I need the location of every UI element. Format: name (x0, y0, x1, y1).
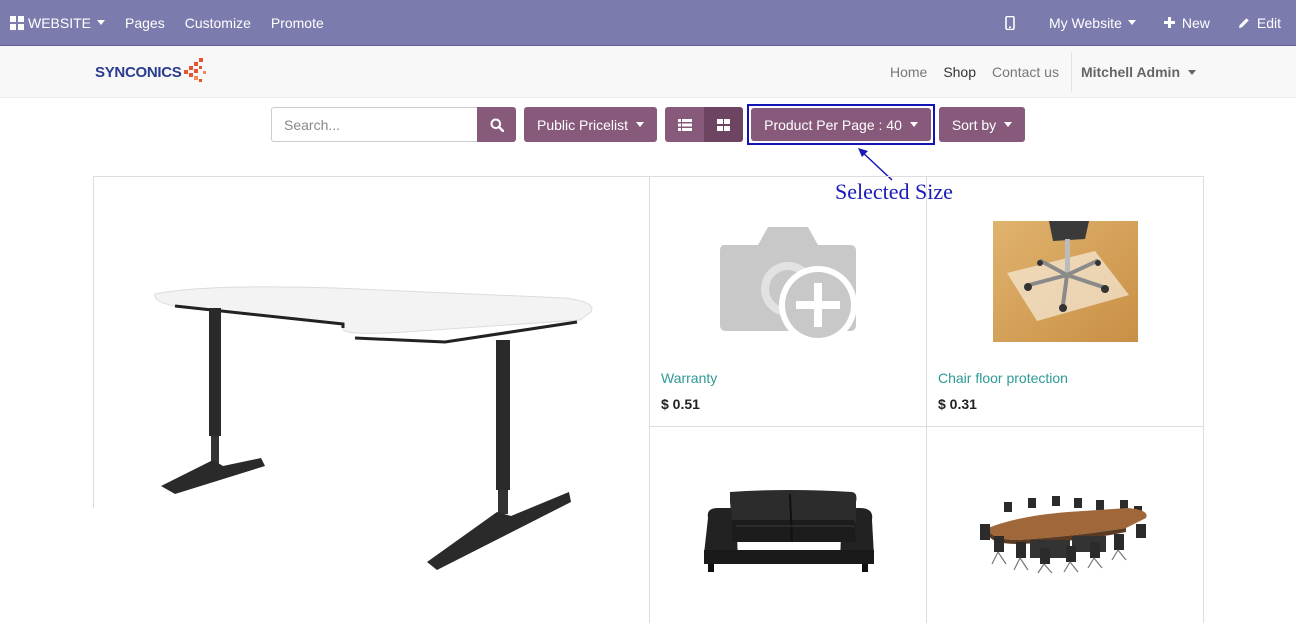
corner-desk-product-image[interactable] (145, 280, 605, 580)
grid-divider (926, 176, 927, 623)
nav-contact[interactable]: Contact us (984, 64, 1067, 80)
chevron-down-icon (1188, 69, 1196, 75)
chevron-down-icon (1004, 122, 1013, 127)
nav-shop[interactable]: Shop (935, 64, 984, 80)
pencil-icon (1238, 17, 1249, 28)
customize-menu[interactable]: Customize (175, 0, 261, 46)
annotation-text: Selected Size (835, 179, 953, 204)
grid-divider (649, 426, 1204, 427)
products-per-page-dropdown[interactable]: Product Per Page : 40 (751, 108, 931, 141)
edit-button[interactable]: Edit (1220, 0, 1296, 46)
search-button[interactable] (477, 107, 516, 142)
grid-divider (649, 176, 650, 623)
logo-mark-icon (182, 56, 207, 88)
user-menu[interactable]: Mitchell Admin (1070, 52, 1296, 92)
pages-menu[interactable]: Pages (115, 0, 175, 46)
apps-grid-icon (10, 15, 24, 30)
products-per-page-label: Product Per Page : 40 (764, 116, 902, 133)
new-button[interactable]: New (1146, 0, 1220, 46)
nav-home[interactable]: Home (882, 64, 935, 80)
mobile-preview-button[interactable] (995, 0, 1039, 46)
mobile-icon (1005, 15, 1015, 30)
logo-text: SYNCONICS (95, 63, 182, 81)
plus-icon (1163, 17, 1175, 28)
promote-menu[interactable]: Promote (261, 0, 334, 46)
grid-view-icon (717, 118, 730, 131)
user-name: Mitchell Admin (1080, 64, 1180, 80)
main-nav: Home Shop Contact us Mitchell Admin (882, 46, 1296, 98)
sort-by-dropdown[interactable]: Sort by (939, 107, 1025, 142)
admin-bar: WEBSITE Pages Customize Promote My Websi… (0, 0, 1296, 46)
chevron-down-icon (1127, 20, 1136, 25)
list-view-icon (677, 118, 692, 131)
annotation-arrow-icon (858, 148, 893, 181)
chevron-down-icon (909, 122, 918, 127)
chevron-down-icon (636, 122, 645, 127)
site-header: SYNCONICS Home Shop Contact us Mitchell … (0, 46, 1296, 98)
website-menu-label: WEBSITE (28, 14, 92, 31)
website-menu[interactable]: WEBSITE (0, 0, 115, 46)
conference-table-product-image[interactable] (978, 494, 1152, 574)
camera-plus-placeholder-icon[interactable] (718, 225, 860, 349)
grid-divider (1203, 176, 1204, 623)
edit-label: Edit (1256, 14, 1281, 31)
grid-view-button[interactable] (704, 107, 743, 142)
product-price-chair-floor-protection: $ 0.31 (938, 396, 977, 412)
list-view-button[interactable] (665, 107, 704, 142)
product-name-warranty[interactable]: Warranty (661, 370, 717, 386)
product-name-chair-floor-protection[interactable]: Chair floor protection (938, 370, 1068, 386)
product-price-warranty: $ 0.51 (661, 396, 700, 412)
my-website-menu[interactable]: My Website (1039, 0, 1146, 46)
my-website-label: My Website (1048, 14, 1122, 31)
pricelist-dropdown[interactable]: Public Pricelist (524, 107, 657, 142)
search-input[interactable] (271, 107, 478, 142)
search-icon (490, 118, 504, 132)
new-label: New (1181, 14, 1210, 31)
chevron-down-icon (97, 20, 106, 25)
site-logo[interactable]: SYNCONICS (95, 56, 207, 88)
sort-label: Sort by (951, 116, 997, 133)
grid-border-left (93, 176, 94, 508)
pricelist-label: Public Pricelist (536, 116, 629, 133)
black-sofa-product-image[interactable] (702, 490, 876, 576)
chair-floor-protection-image[interactable] (993, 221, 1138, 342)
